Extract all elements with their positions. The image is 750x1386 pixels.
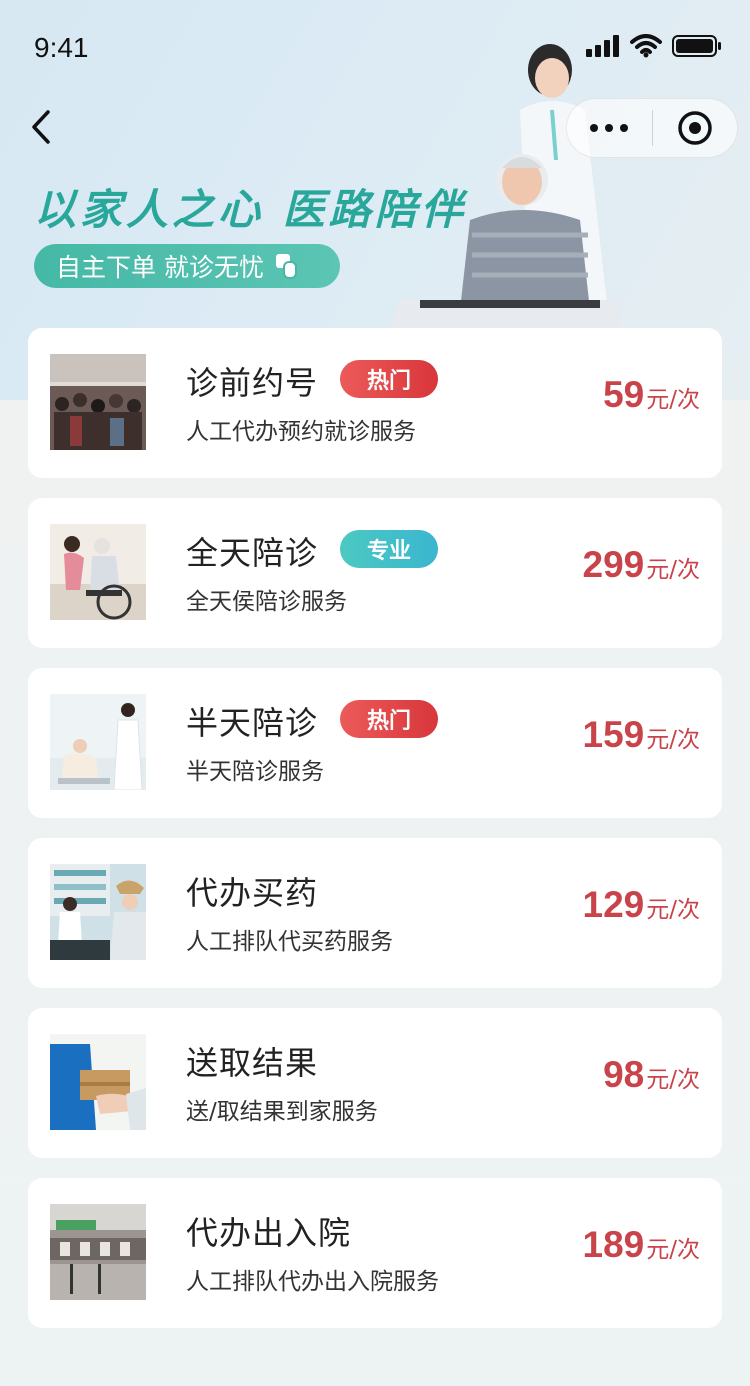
price-value: 189: [582, 1224, 645, 1265]
status-time: 9:41: [34, 32, 89, 63]
service-card-appointment[interactable]: 诊前约号 热门 人工代办预约就诊服务 59 元/次: [28, 328, 722, 478]
service-price: 98 元/次: [603, 1054, 700, 1096]
price-value: 159: [582, 714, 645, 755]
more-dot-icon: [605, 124, 614, 132]
price-unit: 元/次: [646, 727, 700, 753]
service-thumbnail: [50, 694, 146, 790]
price-unit: 元/次: [646, 387, 700, 413]
battery-icon: [672, 35, 721, 57]
service-price: 189 元/次: [583, 1224, 700, 1266]
companion-image: [50, 524, 146, 620]
close-button[interactable]: [653, 110, 738, 146]
price-unit: 元/次: [646, 1237, 700, 1263]
target-icon: [678, 111, 712, 145]
service-subtitle: 人工排队代买药服务: [186, 929, 393, 955]
sub-slogan-text: 自主下单 就诊无忧: [56, 253, 264, 282]
service-card-half-day[interactable]: 半天陪诊 热门 半天陪诊服务 159 元/次: [28, 668, 722, 818]
nurse-patient-image: [50, 694, 146, 790]
back-button[interactable]: [22, 104, 62, 150]
pharmacy-image: [50, 864, 146, 960]
service-thumbnail: [50, 524, 146, 620]
service-thumbnail: [50, 1204, 146, 1300]
price-unit: 元/次: [646, 897, 700, 923]
service-title: 代办出入院: [186, 1214, 352, 1252]
service-card-buy-medicine[interactable]: 代办买药 人工排队代买药服务 129 元/次: [28, 838, 722, 988]
more-dot-icon: [590, 124, 599, 132]
service-title: 诊前约号: [186, 364, 319, 402]
sub-slogan-pill: 自主下单 就诊无忧: [34, 244, 340, 288]
service-thumbnail: [50, 864, 146, 960]
more-dot-icon: [620, 124, 629, 132]
wifi-icon: [630, 34, 662, 58]
price-value: 129: [582, 884, 645, 925]
service-price: 59 元/次: [603, 374, 700, 416]
hot-badge: 热门: [340, 360, 438, 398]
signal-icon: [586, 35, 619, 57]
service-thumbnail: [50, 1034, 146, 1130]
service-subtitle: 人工排队代办出入院服务: [186, 1269, 439, 1295]
delivery-image: [50, 1034, 146, 1130]
price-value: 59: [603, 374, 645, 415]
crowd-image: [50, 354, 146, 450]
service-subtitle: 人工代办预约就诊服务: [186, 419, 416, 445]
price-value: 98: [603, 1054, 645, 1095]
service-card-full-day[interactable]: 全天陪诊 专业 全天侯陪诊服务 299 元/次: [28, 498, 722, 648]
pro-badge: 专业: [340, 530, 438, 568]
service-card-result-delivery[interactable]: 送取结果 送/取结果到家服务 98 元/次: [28, 1008, 722, 1158]
chevron-left-icon: [32, 110, 50, 144]
mini-program-capsule: [566, 98, 738, 158]
slogan: 以家人之心 医路陪伴: [34, 185, 467, 234]
more-button[interactable]: [567, 124, 652, 132]
service-card-admission[interactable]: 代办出入院 人工排队代办出入院服务 189 元/次: [28, 1178, 722, 1328]
service-price: 129 元/次: [583, 884, 700, 926]
service-subtitle: 送/取结果到家服务: [186, 1099, 378, 1125]
service-title: 送取结果: [186, 1044, 319, 1082]
hot-badge: 热门: [340, 700, 438, 738]
hospital-hall-image: [50, 1204, 146, 1300]
service-title: 半天陪诊: [186, 704, 319, 742]
service-title: 代办买药: [186, 874, 319, 912]
service-title: 全天陪诊: [186, 534, 319, 572]
price-unit: 元/次: [646, 1067, 700, 1093]
service-thumbnail: [50, 354, 146, 450]
service-subtitle: 半天陪诊服务: [186, 759, 324, 785]
service-price: 299 元/次: [583, 544, 700, 586]
service-subtitle: 全天侯陪诊服务: [186, 589, 347, 615]
hand-pointer-icon: [275, 254, 297, 279]
status-icons: [586, 34, 722, 58]
service-price: 159 元/次: [583, 714, 700, 756]
price-unit: 元/次: [646, 557, 700, 583]
price-value: 299: [582, 544, 645, 585]
